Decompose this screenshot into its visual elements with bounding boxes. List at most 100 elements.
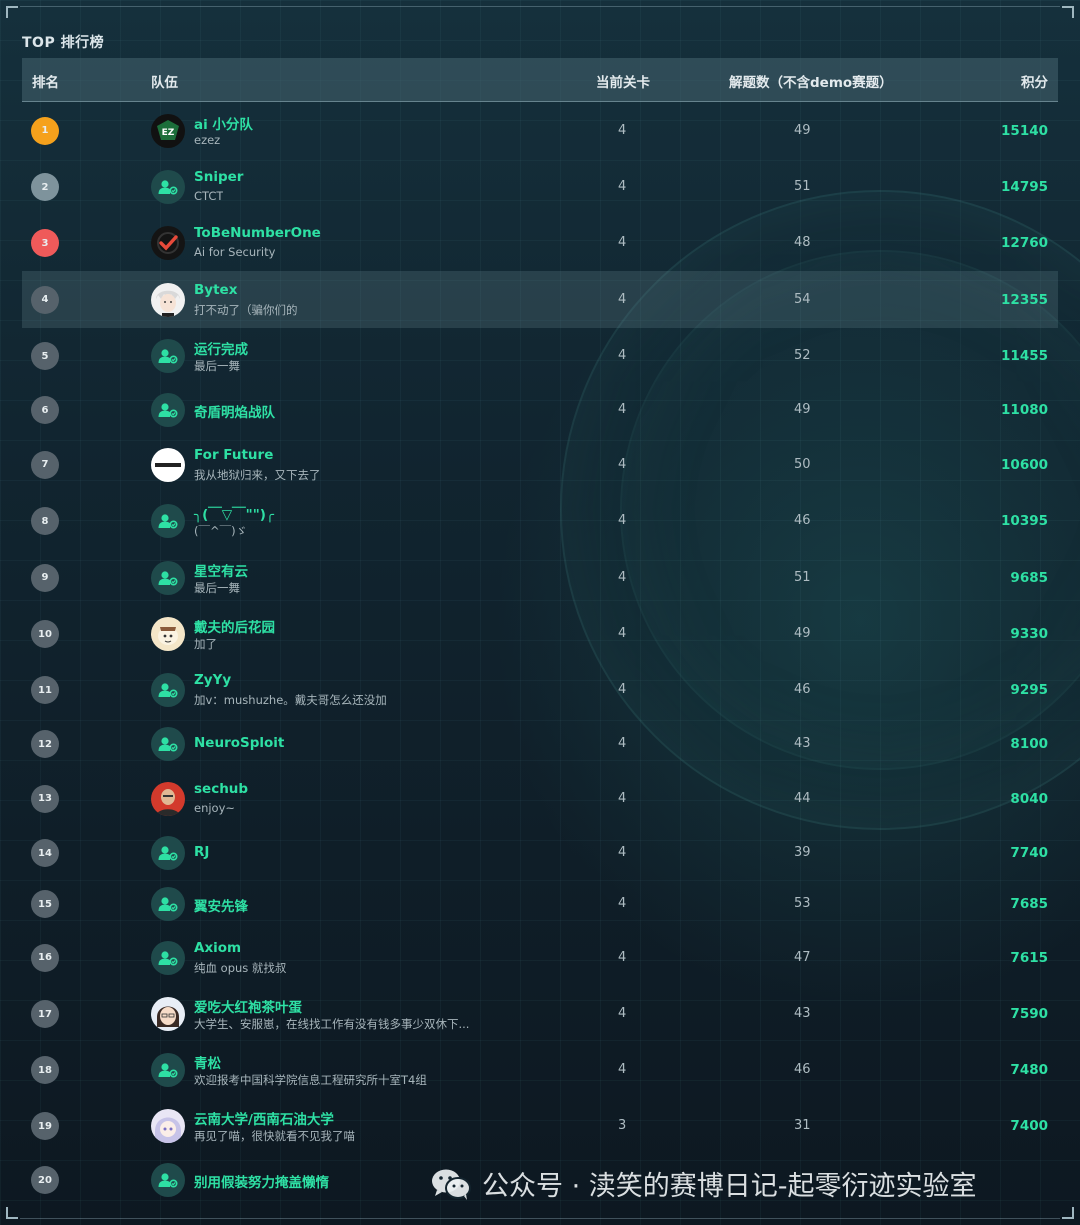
default-team-icon bbox=[151, 1163, 185, 1197]
table-row[interactable]: 14 RJ 4 39 7740 bbox=[22, 827, 1058, 879]
table-header: 排名 队伍 当前关卡 解题数（不含demo赛题） 积分 bbox=[22, 58, 1058, 102]
team-motto: 最后一舞 bbox=[194, 580, 240, 595]
team-name[interactable]: Bytex bbox=[194, 282, 237, 298]
current-level: 4 bbox=[618, 1062, 627, 1077]
team-score: 8100 bbox=[1010, 736, 1048, 752]
team-score: 7685 bbox=[1010, 896, 1048, 912]
table-row[interactable]: 18 青松 欢迎报考中国科学院信息工程研究所十室T4组 4 46 7480 bbox=[22, 1042, 1058, 1098]
team-score: 12355 bbox=[1001, 291, 1048, 308]
team-name[interactable]: NeuroSploit bbox=[194, 735, 284, 751]
team-motto: CTCT bbox=[194, 189, 224, 203]
team-name[interactable]: 奇盾明焰战队 bbox=[194, 401, 275, 421]
team-name[interactable]: 云南大学/西南石油大学 bbox=[194, 1108, 334, 1128]
team-motto: enjoy~ bbox=[194, 800, 236, 815]
solved-count: 51 bbox=[794, 569, 811, 585]
white-logo-icon bbox=[151, 447, 185, 482]
solved-count: 46 bbox=[794, 1062, 811, 1077]
svg-text:EZ: EZ bbox=[162, 128, 175, 138]
rank-badge: 10 bbox=[31, 620, 59, 648]
corner-bracket-top-right bbox=[1062, 6, 1074, 18]
table-row[interactable]: 17 爱吃大红袍茶叶蛋 大学生、安服崽，在线找工作有没有钱多事少双休下... 4 43 7… bbox=[22, 986, 1058, 1042]
rank-badge: 5 bbox=[31, 342, 59, 370]
table-row[interactable]: 16 Axiom 纯血 opus 就找叔 4 47 7615 bbox=[22, 929, 1058, 986]
team-score: 14795 bbox=[1001, 179, 1048, 195]
solved-count: 46 bbox=[794, 513, 811, 528]
rank-badge: 12 bbox=[31, 730, 59, 758]
current-level: 4 bbox=[618, 291, 627, 307]
solved-count: 53 bbox=[794, 896, 811, 911]
table-row[interactable]: 3 ToBeNumberOne Ai for Security 4 48 12760 bbox=[22, 215, 1058, 271]
table-row[interactable]: 19 云南大学/西南石油大学 再见了喵，很快就看不见我了喵 3 31 7400 bbox=[22, 1098, 1058, 1154]
team-score: 11455 bbox=[1001, 348, 1048, 364]
current-level: 4 bbox=[618, 122, 627, 138]
team-name[interactable]: ai 小分队 bbox=[194, 113, 253, 133]
default-team-icon bbox=[151, 339, 185, 373]
solved-count: 43 bbox=[794, 736, 811, 751]
team-score: 7615 bbox=[1010, 949, 1048, 966]
solved-count: 43 bbox=[794, 1006, 811, 1021]
rank-badge: 6 bbox=[31, 396, 59, 424]
team-motto: 最后一舞 bbox=[194, 359, 240, 373]
solved-count: 54 bbox=[794, 291, 811, 307]
table-row[interactable]: 4 Bytex 打不动了（骗你们的 4 54 12355 bbox=[22, 271, 1058, 328]
team-motto: 大学生、安服崽，在线找工作有没有钱多事少双休下... bbox=[194, 1017, 470, 1031]
team-motto: 我从地狱归来，又下去了 bbox=[194, 467, 321, 482]
team-score: 9295 bbox=[1010, 682, 1048, 698]
team-name[interactable]: 翼安先锋 bbox=[194, 895, 248, 915]
table-row[interactable]: 10 戴夫的后花园 加了 4 49 9330 bbox=[22, 606, 1058, 662]
checkmark-logo-icon bbox=[151, 226, 185, 260]
team-name[interactable]: 星空有云 bbox=[194, 560, 248, 580]
rank-badge: 14 bbox=[31, 839, 59, 867]
team-name[interactable]: 戴夫的后花园 bbox=[194, 616, 275, 636]
rank-badge: 17 bbox=[31, 1000, 59, 1028]
panel-title: TOP 排行榜 bbox=[22, 35, 105, 51]
table-row[interactable]: 1 EZ ai 小分队 ezez 4 49 15140 bbox=[22, 102, 1058, 159]
solved-count: 46 bbox=[794, 682, 811, 697]
team-score: 7740 bbox=[1010, 845, 1048, 861]
rank-badge: 1 bbox=[31, 116, 59, 145]
team-motto: 纯血 opus 就找叔 bbox=[194, 960, 287, 975]
team-name[interactable]: ZyYy bbox=[194, 672, 231, 688]
table-row[interactable]: 13 sechub enjoy~ 4 44 8040 bbox=[22, 770, 1058, 827]
team-name[interactable]: Sniper bbox=[194, 169, 243, 185]
photo-avatar-icon bbox=[151, 781, 185, 816]
team-motto: 再见了喵，很快就看不见我了喵 bbox=[194, 1129, 355, 1143]
solved-count: 48 bbox=[794, 235, 811, 250]
team-name[interactable]: ToBeNumberOne bbox=[194, 225, 321, 241]
table-row[interactable]: 12 NeuroSploit 4 43 8100 bbox=[22, 718, 1058, 770]
team-score: 11080 bbox=[1001, 402, 1048, 418]
team-name[interactable]: 青松 bbox=[194, 1052, 221, 1072]
solved-count: 49 bbox=[794, 626, 811, 641]
team-name[interactable]: 爱吃大红袍茶叶蛋 bbox=[194, 996, 302, 1016]
rank-badge: 2 bbox=[31, 173, 59, 201]
table-row[interactable]: 6 奇盾明焰战队 4 49 11080 bbox=[22, 384, 1058, 436]
table-body: 1 EZ ai 小分队 ezez 4 49 15140 2 Sniper CTCT 4 51 14795… bbox=[22, 102, 1058, 1206]
table-row[interactable]: 11 ZyYy 加v：mushuzhe。戴夫哥怎么还没加 4 46 9295 bbox=[22, 662, 1058, 718]
team-name[interactable]: Axiom bbox=[194, 940, 241, 956]
team-score: 7590 bbox=[1010, 1006, 1048, 1022]
solved-count: 39 bbox=[794, 845, 811, 860]
solved-count: 49 bbox=[794, 122, 811, 138]
current-level: 4 bbox=[618, 348, 627, 363]
corner-bracket-bottom-left bbox=[6, 1207, 18, 1219]
table-row[interactable]: 8 ╮(￣▽￣"")╭ (￣^￣)ゞ 4 46 10395 bbox=[22, 493, 1058, 549]
default-team-icon bbox=[151, 887, 185, 921]
team-motto: Ai for Security bbox=[194, 245, 276, 259]
rank-badge: 7 bbox=[31, 450, 59, 479]
watermark-text: 公众号 · 渎笑的赛博日记-起零衍迹实验室 bbox=[482, 1171, 977, 1202]
team-motto: ezez bbox=[194, 132, 221, 147]
solved-count: 31 bbox=[794, 1118, 811, 1133]
table-row[interactable]: 2 Sniper CTCT 4 51 14795 bbox=[22, 159, 1058, 215]
team-name[interactable]: For Future bbox=[194, 447, 273, 463]
table-row[interactable]: 9 星空有云 最后一舞 4 51 9685 bbox=[22, 549, 1058, 606]
cartoon-avatar-icon bbox=[151, 617, 185, 651]
team-score: 8040 bbox=[1010, 790, 1048, 807]
table-row[interactable]: 5 运行完成 最后一舞 4 52 11455 bbox=[22, 328, 1058, 384]
team-name[interactable]: 运行完成 bbox=[194, 338, 248, 358]
team-name[interactable]: sechub bbox=[194, 781, 248, 797]
team-name[interactable]: RJ bbox=[194, 844, 209, 860]
table-row[interactable]: 7 For Future 我从地狱归来，又下去了 4 50 10600 bbox=[22, 436, 1058, 493]
team-name[interactable]: 别用假装努力掩盖懒惰 bbox=[194, 1171, 329, 1191]
table-row[interactable]: 15 翼安先锋 4 53 7685 bbox=[22, 879, 1058, 929]
team-name[interactable]: ╮(￣▽￣"")╭ bbox=[194, 503, 274, 523]
